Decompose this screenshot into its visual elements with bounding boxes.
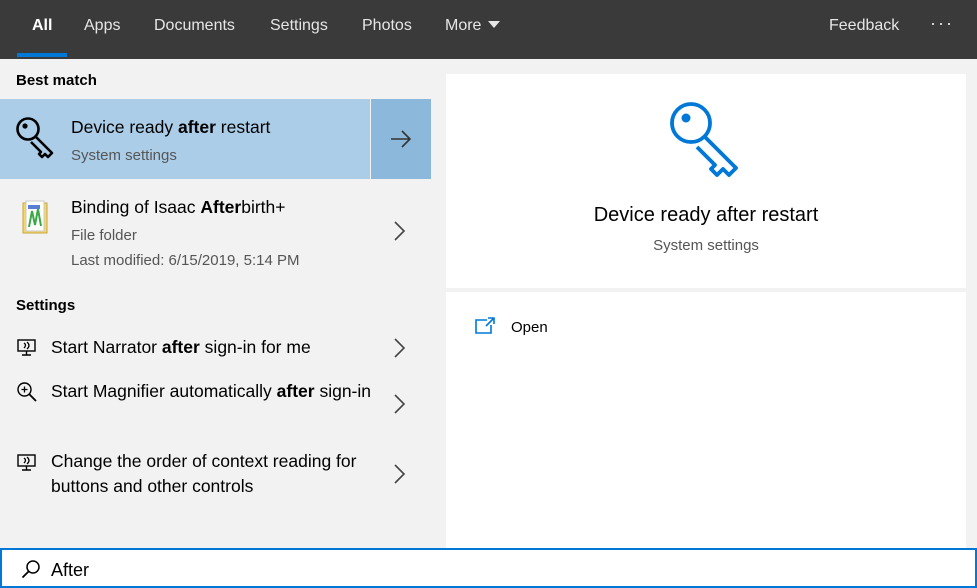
chevron-right-icon[interactable] — [392, 462, 408, 486]
chevron-right-icon[interactable] — [392, 336, 408, 360]
magnifier-icon — [17, 382, 37, 402]
chevron-right-icon[interactable] — [392, 392, 408, 416]
setting-result-narrator[interactable]: Start Narrator after sign-in for me — [0, 329, 431, 367]
open-icon — [475, 317, 495, 334]
setting-result-magnifier[interactable]: Start Magnifier automatically after sign… — [0, 377, 431, 435]
setting-result-narrator-title: Start Narrator after sign-in for me — [51, 337, 311, 357]
best-match-subtitle: System settings — [71, 147, 177, 164]
folder-result-type: File folder — [71, 227, 137, 244]
best-match-result[interactable]: Device ready after restart System settin… — [0, 99, 431, 179]
open-preview-button[interactable] — [370, 99, 431, 179]
preview-actions: Open — [446, 292, 966, 548]
tab-documents[interactable]: Documents — [154, 0, 235, 59]
setting-result-context-reading[interactable]: Change the order of context reading for … — [0, 447, 431, 505]
more-options-button[interactable]: ··· — [930, 0, 954, 52]
folder-icon — [22, 200, 48, 234]
search-icon — [21, 560, 40, 579]
search-scope-bar: All Apps Documents Settings Photos More … — [0, 0, 977, 59]
feedback-button[interactable]: Feedback — [829, 0, 899, 59]
narrator-icon — [17, 339, 36, 356]
best-match-title: Device ready after restart — [71, 117, 271, 137]
tab-photos[interactable]: Photos — [362, 0, 412, 59]
tab-more[interactable]: More — [445, 0, 501, 59]
best-match-header: Best match — [16, 72, 97, 89]
settings-header: Settings — [16, 297, 76, 314]
chevron-down-icon — [488, 21, 501, 28]
preview-subtitle: System settings — [653, 237, 759, 254]
folder-result-modified: Last modified: 6/15/2019, 5:14 PM — [71, 252, 300, 269]
preview-title: Device ready after restart — [593, 204, 819, 226]
setting-result-magnifier-title: Start Magnifier automatically after sign… — [51, 381, 372, 401]
tab-settings[interactable]: Settings — [270, 0, 328, 59]
tab-apps[interactable]: Apps — [84, 0, 120, 59]
search-box[interactable] — [0, 548, 977, 588]
search-input[interactable] — [51, 557, 931, 583]
key-icon — [16, 117, 54, 159]
open-action[interactable]: Open — [474, 314, 654, 342]
open-label: Open — [511, 319, 548, 336]
preview-card: Device ready after restart System settin… — [446, 74, 966, 288]
setting-result-context-reading-title: Change the order of context reading for … — [51, 451, 357, 496]
chevron-right-icon[interactable] — [392, 219, 408, 243]
arrow-right-icon — [391, 130, 412, 148]
tab-all[interactable]: All — [16, 0, 69, 59]
key-icon — [670, 102, 738, 177]
tab-more-label: More — [445, 17, 482, 34]
folder-result-name: Binding of Isaac Afterbirth+ — [71, 197, 286, 217]
results-list: Best match Device ready after restart Sy… — [0, 59, 431, 548]
narrator-icon — [17, 454, 36, 471]
